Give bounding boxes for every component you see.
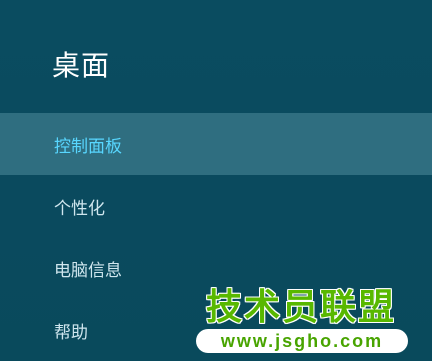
menu-item-label: 个性化 (54, 198, 105, 219)
menu-item-label: 控制面板 (54, 136, 122, 157)
menu-item-personalization[interactable]: 个性化 (0, 175, 432, 237)
menu-item-label: 帮助 (54, 322, 88, 343)
menu-item-label: 电脑信息 (54, 260, 122, 281)
panel-title: 桌面 (52, 49, 111, 82)
watermark-title: 技术员联盟 (206, 287, 397, 328)
watermark-url: www.jsgho.com (196, 329, 408, 353)
settings-charm-panel: 桌面 控制面板 个性化 电脑信息 帮助 技术员联盟 www.jsgho.com (0, 0, 432, 361)
menu-item-control-panel[interactable]: 控制面板 (0, 113, 432, 175)
